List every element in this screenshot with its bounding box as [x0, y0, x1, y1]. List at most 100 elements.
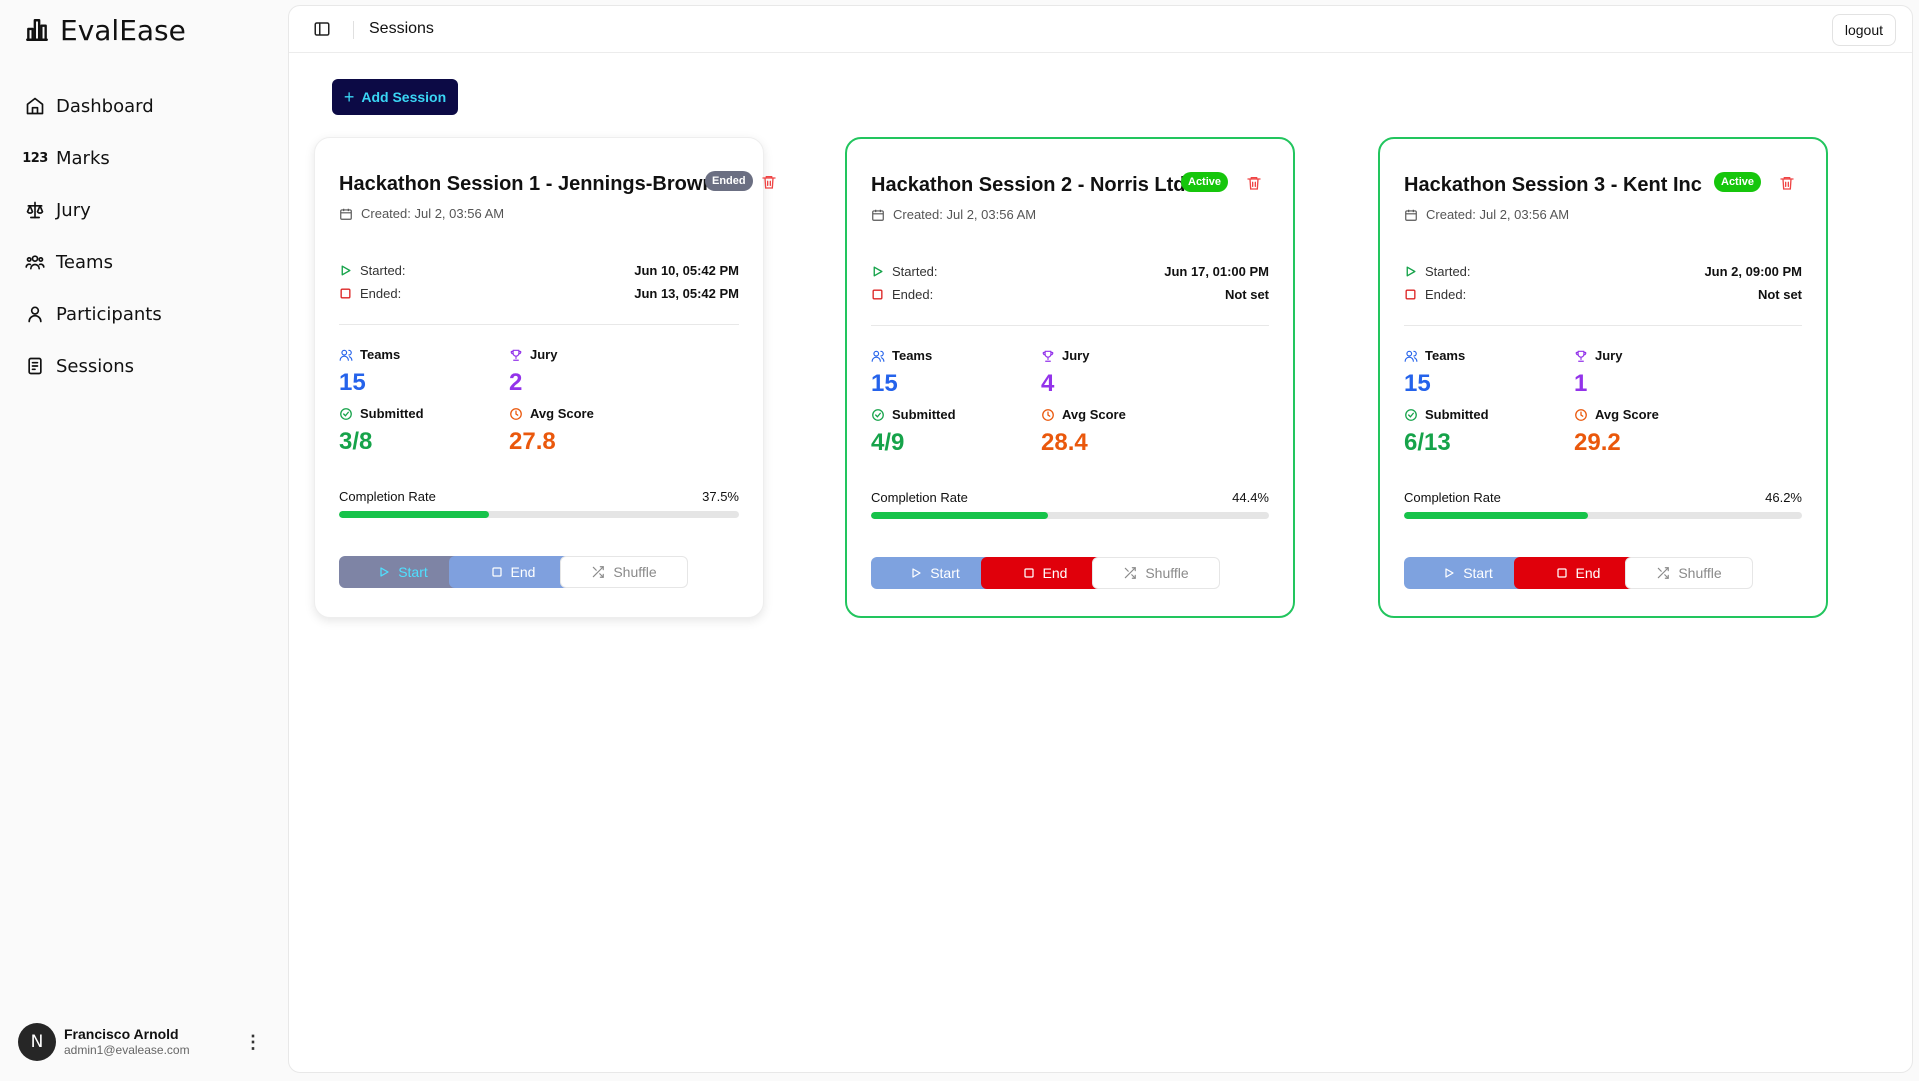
user-name: Francisco Arnold	[64, 1026, 179, 1043]
sidebar-item-teams[interactable]: Teams	[24, 236, 274, 288]
submitted-label: Submitted	[892, 407, 956, 422]
avg-score-stat: Avg Score 27.8	[509, 406, 689, 456]
session-title: Hackathon Session 3 - Kent Inc	[1404, 174, 1702, 196]
ended-value: Jun 13, 05:42 PM	[634, 285, 739, 301]
teams-value: 15	[1404, 370, 1431, 397]
avg-score-value: 27.8	[509, 428, 556, 455]
topbar: Sessions logout	[289, 6, 1912, 53]
created-text: Created: Jul 2, 03:56 AM	[361, 206, 505, 221]
ended-row: Ended: Not set	[1404, 285, 1802, 303]
avatar: N	[18, 1023, 56, 1061]
start-button[interactable]: Start	[1404, 557, 1532, 589]
started-value: Jun 2, 09:00 PM	[1704, 263, 1802, 279]
check-circle-icon	[1405, 408, 1417, 421]
avg-score-label: Avg Score	[530, 406, 594, 421]
submitted-label: Submitted	[1425, 407, 1489, 422]
ended-label: Ended:	[892, 286, 934, 302]
teams-stat: Teams 15	[871, 348, 1051, 398]
sidebar: EvalEase Dashboard 123 Marks Jury Teams …	[0, 0, 288, 1081]
shuffle-label: Shuffle	[1678, 565, 1722, 581]
status-badge: Active	[1181, 172, 1229, 192]
sidebar-item-label: Marks	[56, 147, 110, 169]
user-profile[interactable]: N Francisco Arnold admin1@evalease.com ⋮	[18, 1022, 268, 1062]
completion-rate-value: 46.2%	[1765, 490, 1802, 505]
teams-label: Teams	[892, 348, 933, 363]
submitted-label: Submitted	[360, 406, 424, 421]
users-icon	[1404, 350, 1418, 362]
session-card: Hackathon Session 1 - Jennings-Brown End…	[314, 137, 776, 618]
end-label: End	[1575, 565, 1601, 581]
teams-value: 15	[871, 370, 898, 397]
started-label: Started:	[360, 262, 406, 278]
created-date: Created: Jul 2, 03:56 AM	[339, 206, 504, 221]
sidebar-item-marks[interactable]: 123 Marks	[22, 132, 274, 184]
shuffle-icon	[1125, 567, 1137, 579]
more-vertical-icon[interactable]: ⋮	[244, 1032, 262, 1053]
end-button[interactable]: End	[1514, 557, 1642, 589]
end-button[interactable]: End	[981, 557, 1109, 589]
user-icon	[24, 303, 46, 325]
end-label: End	[510, 564, 536, 580]
end-label: End	[1042, 565, 1068, 581]
ended-label: Ended:	[360, 285, 402, 301]
trash-icon[interactable]	[761, 174, 777, 190]
sidebar-item-dashboard[interactable]: Dashboard	[24, 80, 274, 132]
jury-stat: Jury 1	[1574, 348, 1754, 398]
check-circle-icon	[340, 407, 352, 420]
card-divider	[871, 325, 1269, 326]
created-date: Created: Jul 2, 03:56 AM	[1404, 207, 1569, 222]
brand[interactable]: EvalEase	[24, 12, 186, 48]
sidebar-item-jury[interactable]: Jury	[24, 184, 274, 236]
users-icon	[871, 350, 885, 362]
started-value: Jun 17, 01:00 PM	[1164, 263, 1269, 279]
jury-label: Jury	[1062, 348, 1090, 363]
stop-icon	[872, 288, 883, 300]
numbers-icon: 123	[22, 150, 48, 166]
add-session-button[interactable]: + Add Session	[332, 79, 458, 115]
sidebar-item-label: Jury	[56, 199, 91, 221]
play-icon	[873, 265, 883, 277]
submitted-value: 6/13	[1404, 429, 1451, 456]
avg-score-value: 29.2	[1574, 429, 1621, 456]
submitted-value: 3/8	[339, 428, 373, 455]
completion-rate-row: Completion Rate 44.4%	[871, 490, 1269, 505]
jury-value: 4	[1041, 370, 1055, 397]
shuffle-button[interactable]: Shuffle	[560, 556, 688, 588]
logout-button[interactable]: logout	[1831, 14, 1896, 46]
avg-score-label: Avg Score	[1595, 407, 1659, 422]
session-card: Hackathon Session 3 - Kent Inc Active Cr…	[1378, 137, 1828, 618]
started-label: Started:	[892, 263, 938, 279]
calendar-icon	[872, 209, 884, 221]
stop-icon	[1556, 568, 1567, 578]
avg-score-label: Avg Score	[1062, 407, 1126, 422]
start-button[interactable]: Start	[339, 556, 467, 588]
submitted-stat: Submitted 6/13	[1404, 407, 1584, 457]
clock-icon	[1042, 408, 1054, 421]
ended-row: Ended: Jun 13, 05:42 PM	[339, 284, 739, 302]
trash-icon[interactable]	[1779, 175, 1795, 191]
trash-icon[interactable]	[1246, 175, 1262, 191]
trophy-icon	[1042, 350, 1054, 362]
sidebar-toggle-icon[interactable]	[313, 20, 331, 38]
shuffle-button[interactable]: Shuffle	[1092, 557, 1220, 589]
clipboard-icon	[24, 355, 46, 377]
status-badge: Ended	[705, 171, 753, 191]
avg-score-stat: Avg Score 29.2	[1574, 407, 1754, 457]
shuffle-button[interactable]: Shuffle	[1625, 557, 1753, 589]
teams-label: Teams	[1425, 348, 1466, 363]
ended-row: Ended: Not set	[871, 285, 1269, 303]
created-date: Created: Jul 2, 03:56 AM	[871, 207, 1036, 222]
started-row: Started: Jun 2, 09:00 PM	[1404, 262, 1802, 280]
sidebar-item-sessions[interactable]: Sessions	[24, 340, 274, 392]
header-divider	[353, 21, 354, 39]
app-name: EvalEase	[60, 13, 186, 47]
start-label: Start	[930, 565, 960, 581]
session-title: Hackathon Session 2 - Norris Ltd	[871, 174, 1186, 196]
calendar-icon	[1405, 209, 1417, 221]
completion-rate-row: Completion Rate 37.5%	[339, 489, 739, 504]
start-button[interactable]: Start	[871, 557, 999, 589]
end-button[interactable]: End	[449, 556, 577, 588]
ended-value: Not set	[1757, 286, 1802, 302]
completion-progress-bar	[339, 511, 739, 518]
sidebar-item-participants[interactable]: Participants	[24, 288, 274, 340]
